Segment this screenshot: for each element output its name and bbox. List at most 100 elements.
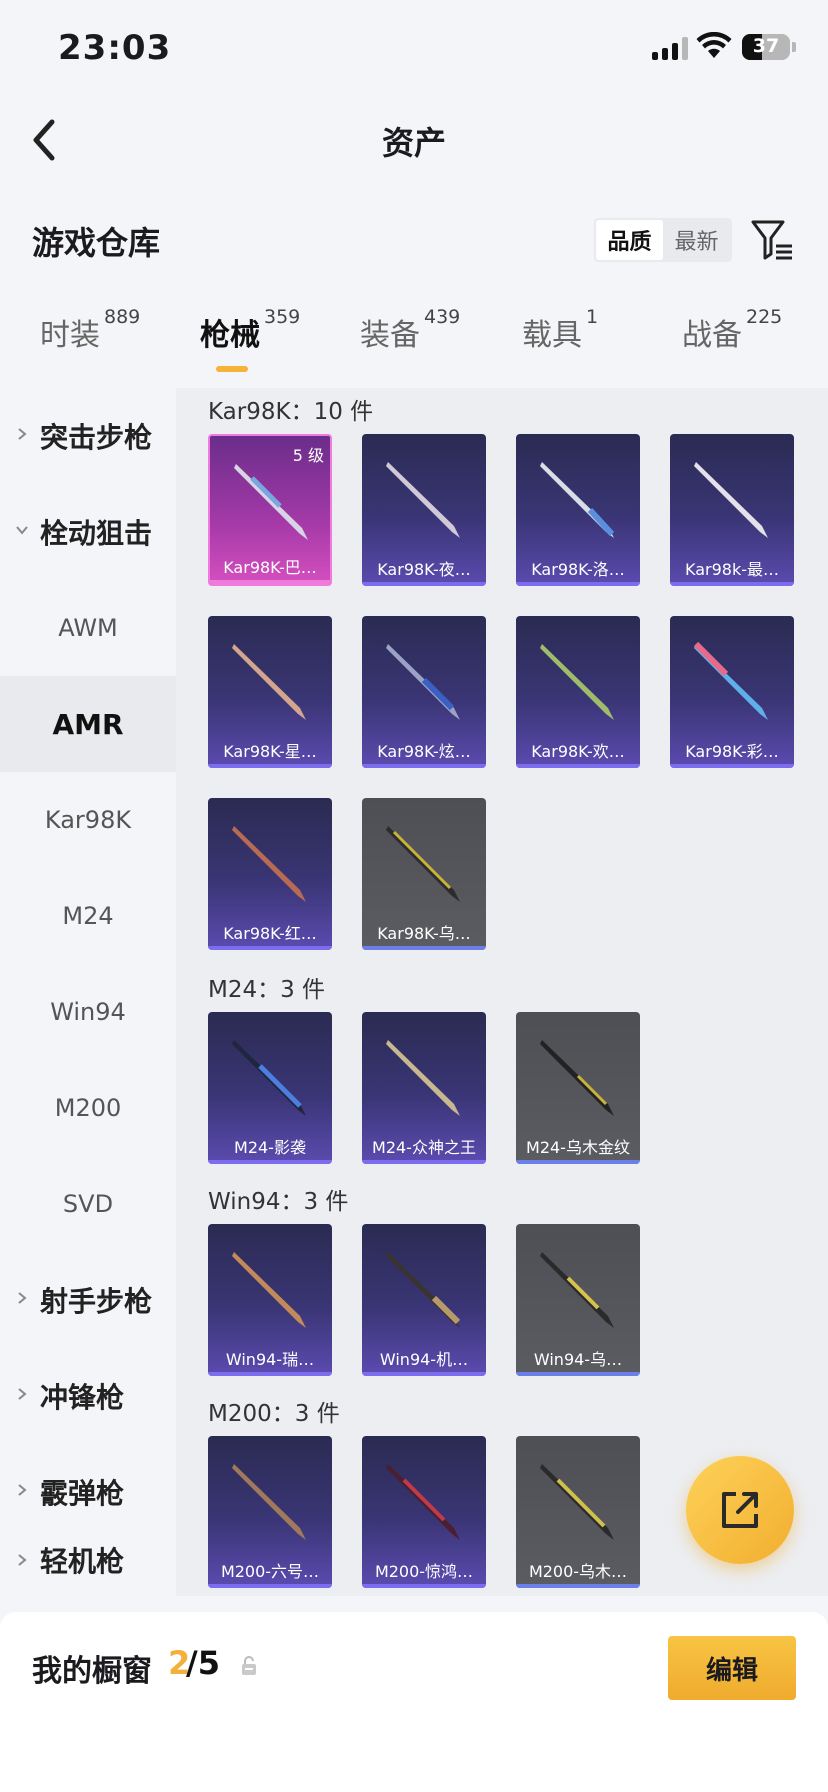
tab-equipment[interactable]: 装备439 <box>360 306 460 354</box>
item-label: Kar98K-彩… <box>685 742 779 761</box>
item-label: M200-六号… <box>220 1562 320 1581</box>
sidebar-item-marksman-rifles[interactable]: 射手步枪 <box>0 1252 176 1348</box>
warehouse-title: 游戏仓库 <box>32 224 161 262</box>
weapon-skin-card[interactable]: Kar98K-欢… <box>516 616 640 768</box>
item-label: Win94-机… <box>379 1350 469 1369</box>
item-label: Kar98k-最… <box>685 560 779 579</box>
rifle-icon <box>232 826 306 902</box>
weapon-skin-card[interactable]: Win94-瑞… <box>208 1224 332 1376</box>
weapon-skin-card[interactable]: Win94-乌… <box>516 1224 640 1376</box>
sidebar-item-assault-rifles[interactable]: 突击步枪 <box>0 388 176 484</box>
rifle-icon <box>232 1252 306 1328</box>
weapon-type-sidebar: 突击步枪 栓动狙击 AWM AMR Kar98K M24 Win94 M200 … <box>0 388 176 1596</box>
item-label: Kar98K-炫… <box>377 742 471 761</box>
sidebar-item-amr[interactable]: AMR <box>0 676 176 772</box>
tab-vehicles[interactable]: 载具1 <box>522 306 598 354</box>
share-float-button[interactable] <box>686 1456 794 1564</box>
rifle-icon <box>232 1040 306 1116</box>
sidebar-item-lmgs[interactable]: 轻机枪 <box>0 1524 176 1596</box>
weapon-skin-card[interactable]: M24-乌木金纹 <box>516 1012 640 1164</box>
sort-toggle: 品质 最新 <box>594 218 732 262</box>
lock-icon <box>242 1656 256 1675</box>
item-label: Win94-乌… <box>533 1350 623 1369</box>
sidebar-item-bolt-snipers[interactable]: 栓动狙击 <box>0 484 176 580</box>
weapon-skin-card[interactable]: Kar98K-夜… <box>362 434 486 586</box>
item-label: Kar98K-星… <box>223 742 317 761</box>
showcase-bar: 我的橱窗 2 /5 编辑 <box>0 1612 828 1792</box>
section-title-m24: M24：3 件 <box>208 977 326 1003</box>
rifle-icon <box>386 826 460 902</box>
status-time: 23:03 <box>58 28 172 68</box>
weapon-skin-card[interactable]: M24-众神之王 <box>362 1012 486 1164</box>
sidebar-item-win94[interactable]: Win94 <box>0 964 176 1060</box>
item-label: M24-影袭 <box>234 1138 306 1157</box>
chevron-right-icon <box>18 1292 27 1304</box>
showcase-total: /5 <box>186 1644 220 1682</box>
sidebar-item-awm[interactable]: AWM <box>0 580 176 676</box>
chevron-right-icon <box>18 428 27 440</box>
sidebar-item-smgs[interactable]: 冲锋枪 <box>0 1348 176 1444</box>
sidebar-item-kar98k[interactable]: Kar98K <box>0 772 176 868</box>
item-label: M200-惊鸿… <box>374 1562 474 1581</box>
edit-showcase-button[interactable]: 编辑 <box>668 1636 796 1700</box>
showcase-title: 我的橱窗 <box>32 1654 152 1689</box>
rifle-icon <box>540 1464 614 1540</box>
weapon-skin-card[interactable]: Kar98k-最… <box>670 434 794 586</box>
sidebar-item-m24[interactable]: M24 <box>0 868 176 964</box>
rifle-icon <box>386 1464 460 1540</box>
section-title-kar98k: Kar98K：10 件 <box>208 399 374 425</box>
rifle-icon <box>232 1464 306 1540</box>
item-label: Win94-瑞… <box>225 1350 315 1369</box>
page-title: 资产 <box>381 124 446 162</box>
rifle-icon <box>540 462 615 538</box>
weapon-skin-card[interactable]: M200-六号… <box>208 1436 332 1588</box>
chevron-right-icon <box>18 1388 27 1400</box>
sidebar-item-svd[interactable]: SVD <box>0 1156 176 1252</box>
chevron-right-icon <box>18 1484 27 1496</box>
rifle-icon <box>386 1252 461 1328</box>
weapon-skin-card[interactable]: M200-惊鸿… <box>362 1436 486 1588</box>
tab-supplies[interactable]: 战备225 <box>682 306 782 354</box>
item-level-badge: 5 级 <box>292 446 324 465</box>
rifle-icon <box>693 641 768 720</box>
section-title-m200: M200：3 件 <box>208 1401 340 1427</box>
item-label: Kar98K-欢… <box>531 742 625 761</box>
rifle-icon <box>386 644 460 720</box>
item-label: M24-乌木金纹 <box>526 1138 630 1157</box>
external-link-icon <box>722 1492 758 1528</box>
item-label: Kar98K-乌… <box>377 924 471 943</box>
weapon-skin-card[interactable]: Kar98K-乌… <box>362 798 486 950</box>
weapon-skin-card[interactable]: Kar98K-洛… <box>516 434 640 586</box>
item-label: M24-众神之王 <box>372 1138 476 1157</box>
weapon-skin-card[interactable]: Kar98K-红… <box>208 798 332 950</box>
item-label: Kar98K-巴… <box>223 558 317 577</box>
rifle-icon <box>694 462 768 538</box>
tab-firearms[interactable]: 枪械359 <box>200 306 300 354</box>
status-bar: 23:03 37 <box>0 0 828 100</box>
tab-fashion[interactable]: 时装889 <box>40 306 140 354</box>
rifle-icon <box>232 644 306 720</box>
item-label: Kar98K-夜… <box>377 560 471 579</box>
cellular-signal-icon <box>652 36 688 60</box>
sort-newest-button[interactable]: 最新 <box>663 220 730 260</box>
battery-level: 37 <box>752 35 780 57</box>
wifi-icon <box>696 32 732 58</box>
weapon-skin-card[interactable]: M24-影袭 <box>208 1012 332 1164</box>
sidebar-item-m200[interactable]: M200 <box>0 1060 176 1156</box>
weapon-skin-card[interactable]: Kar98K-星… <box>208 616 332 768</box>
weapon-skin-card[interactable]: M200-乌木… <box>516 1436 640 1588</box>
weapon-skin-card[interactable]: Kar98K-炫… <box>362 616 486 768</box>
battery-icon: 37 <box>742 34 790 60</box>
weapon-skin-card[interactable]: Win94-机… <box>362 1224 486 1376</box>
rifle-icon <box>386 1040 460 1116</box>
section-title-win94: Win94：3 件 <box>208 1189 349 1215</box>
sort-quality-button[interactable]: 品质 <box>596 220 663 260</box>
filter-icon[interactable] <box>750 218 794 262</box>
weapon-grid: Kar98K：10 件 5 级 Kar98K-巴… Kar98K-夜… Kar9… <box>176 388 828 1596</box>
chevron-down-icon <box>16 526 28 535</box>
rifle-icon <box>386 462 460 538</box>
weapon-skin-card[interactable]: Kar98K-彩… <box>670 616 794 768</box>
rifle-icon <box>540 1040 614 1116</box>
weapon-skin-card[interactable]: 5 级 Kar98K-巴… <box>208 434 332 586</box>
item-label: Kar98K-红… <box>223 924 317 943</box>
